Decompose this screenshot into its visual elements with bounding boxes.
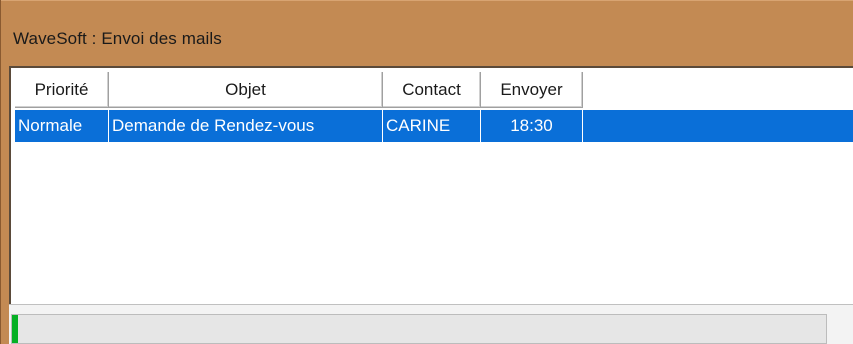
progress-label <box>12 315 826 343</box>
title-bar[interactable]: WaveSoft : Envoi des mails <box>1 0 853 67</box>
mail-send-window: WaveSoft : Envoi des mails Priorité Obje… <box>0 0 853 344</box>
cell-subject: Demande de Rendez-vous <box>109 110 383 142</box>
mail-list[interactable]: Priorité Objet Contact Envoyer Normale D… <box>9 66 853 304</box>
mail-list-body: Priorité Objet Contact Envoyer Normale D… <box>15 72 853 304</box>
cell-contact: CARINE <box>383 110 481 142</box>
column-header-send[interactable]: Envoyer <box>481 72 583 108</box>
column-header-subject[interactable]: Objet <box>109 72 383 108</box>
column-header-contact[interactable]: Contact <box>383 72 481 108</box>
list-header: Priorité Objet Contact Envoyer <box>15 72 853 108</box>
table-row[interactable]: Normale Demande de Rendez-vous CARINE 18… <box>15 110 853 142</box>
column-header-filler <box>583 72 853 108</box>
cell-send-time: 18:30 <box>481 110 583 142</box>
column-header-priority[interactable]: Priorité <box>15 72 109 108</box>
cell-filler <box>583 110 853 142</box>
window-title: WaveSoft : Envoi des mails <box>13 29 222 48</box>
progress-bar <box>11 314 827 344</box>
cell-priority: Normale <box>15 110 109 142</box>
